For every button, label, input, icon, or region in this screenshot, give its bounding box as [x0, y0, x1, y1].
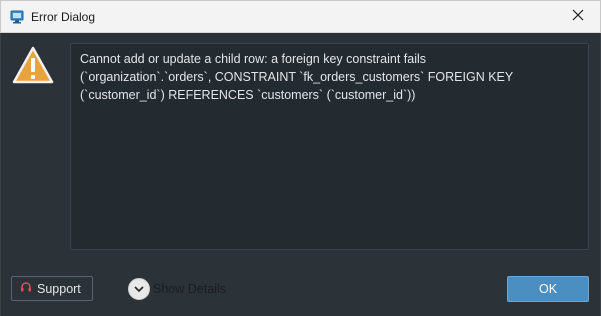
support-button[interactable]: Support — [11, 276, 93, 301]
show-details-label: Show Details — [153, 282, 226, 296]
database-app-icon — [9, 9, 25, 25]
close-icon — [572, 8, 584, 26]
ok-button[interactable]: OK — [507, 276, 589, 302]
dialog-body: Cannot add or update a child row: a fore… — [0, 33, 601, 316]
close-button[interactable] — [556, 1, 600, 33]
support-label: Support — [37, 281, 81, 296]
title-bar: Error Dialog — [0, 0, 601, 33]
chevron-down-icon — [128, 278, 150, 300]
show-details-toggle[interactable]: Show Details — [128, 278, 226, 300]
window-title: Error Dialog — [31, 10, 96, 24]
headset-icon — [20, 281, 37, 296]
warning-icon — [12, 46, 54, 84]
error-message: Cannot add or update a child row: a fore… — [70, 43, 589, 250]
